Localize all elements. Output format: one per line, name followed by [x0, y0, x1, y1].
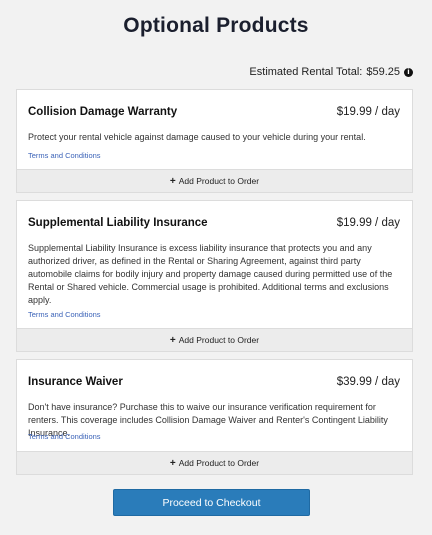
product-card-collision-damage-warranty: Collision Damage Warranty $19.99 / day P…: [16, 89, 413, 193]
product-card-insurance-waiver: Insurance Waiver $39.99 / day Don't have…: [16, 359, 413, 475]
product-price: $19.99 / day: [336, 217, 400, 229]
product-card-supplemental-liability-insurance: Supplemental Liability Insurance $19.99 …: [16, 200, 413, 352]
terms-link[interactable]: Terms and Conditions: [28, 432, 101, 441]
plus-icon: +: [169, 175, 176, 187]
product-name: Collision Damage Warranty: [28, 106, 178, 118]
product-name: Insurance Waiver: [28, 376, 123, 388]
add-product-label: Add Product to Order: [178, 458, 260, 468]
add-product-label: Add Product to Order: [178, 335, 260, 345]
add-product-button[interactable]: + Add Product to Order: [17, 169, 412, 192]
add-product-button[interactable]: + Add Product to Order: [17, 451, 412, 474]
product-price: $19.99 / day: [336, 106, 400, 118]
product-price: $39.99 / day: [336, 376, 400, 388]
add-product-label: Add Product to Order: [178, 176, 260, 186]
info-icon[interactable]: i: [404, 67, 413, 77]
add-product-button[interactable]: + Add Product to Order: [17, 328, 412, 351]
product-description: Protect your rental vehicle against dama…: [28, 132, 366, 142]
estimated-total: Estimated Rental Total: $59.25 i: [249, 66, 413, 78]
estimated-total-label: Estimated Rental Total:: [249, 66, 363, 78]
page-title: Optional Products: [123, 14, 309, 37]
proceed-to-checkout-button[interactable]: Proceed to Checkout: [113, 489, 310, 516]
plus-icon: +: [169, 457, 176, 469]
terms-link[interactable]: Terms and Conditions: [28, 151, 101, 160]
estimated-total-value: $59.25: [366, 66, 400, 78]
terms-link[interactable]: Terms and Conditions: [28, 310, 101, 319]
product-name: Supplemental Liability Insurance: [28, 217, 208, 229]
product-description: Supplemental Liability Insurance is exce…: [28, 243, 393, 305]
plus-icon: +: [169, 334, 176, 346]
